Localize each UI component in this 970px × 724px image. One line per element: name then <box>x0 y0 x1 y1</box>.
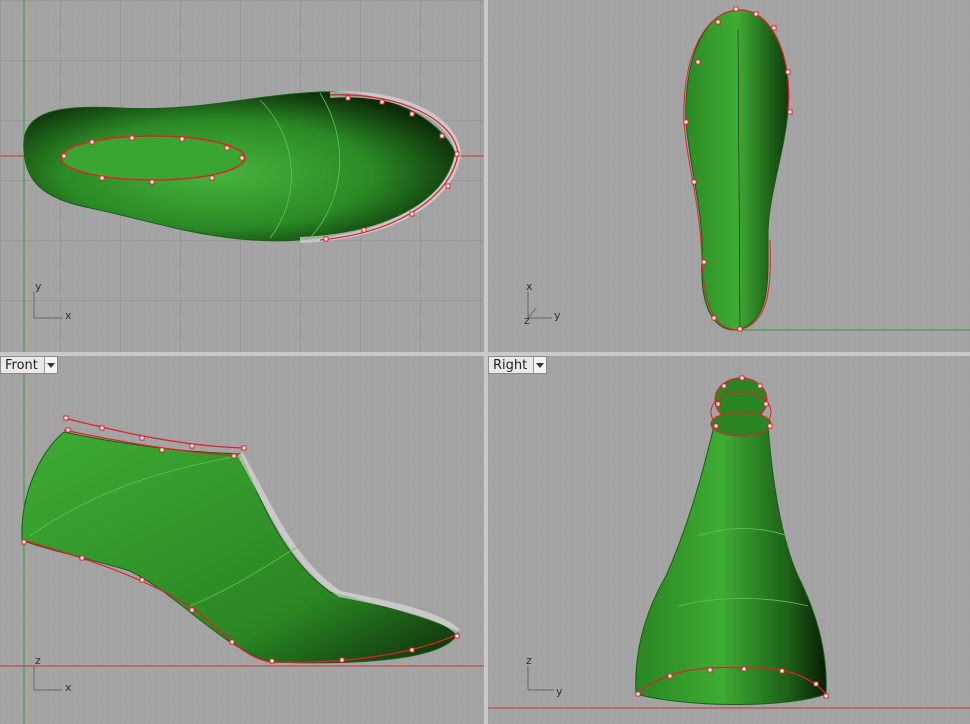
perspective-axis-z-label: z <box>524 314 530 327</box>
top-axis-h-label: x <box>65 309 72 322</box>
top-viewport-canvas[interactable]: y x <box>0 0 484 352</box>
top-axis-v-label: y <box>35 280 42 293</box>
top-viewport[interactable]: y x <box>0 0 484 352</box>
viewport-divider-horizontal[interactable] <box>0 352 970 356</box>
shoe-opening-top <box>60 135 246 181</box>
front-viewport[interactable]: z x Front <box>0 356 484 724</box>
perspective-viewport[interactable]: x y z <box>488 0 970 352</box>
perspective-axis-v-label: x <box>526 280 533 293</box>
right-viewport[interactable]: z y Right <box>488 356 970 724</box>
right-viewport-canvas[interactable]: z y <box>488 356 970 724</box>
perspective-viewport-canvas[interactable]: x y z <box>488 0 970 352</box>
viewport-layout: y x x y z z x Front z y Right <box>0 0 970 724</box>
front-viewport-canvas[interactable]: z x <box>0 356 484 724</box>
viewport-divider-vertical[interactable] <box>484 0 488 724</box>
front-viewport-tab[interactable]: Front <box>0 356 58 374</box>
front-viewport-label: Front <box>5 357 38 373</box>
right-viewport-tab[interactable]: Right <box>488 356 548 374</box>
right-axis-v-label: z <box>526 654 532 667</box>
front-axis-h-label: x <box>65 681 72 694</box>
right-axis-h-label: y <box>556 685 563 698</box>
perspective-axis-h-label: y <box>554 309 561 322</box>
chevron-down-icon[interactable] <box>43 357 57 373</box>
front-axis-v-label: z <box>35 654 41 667</box>
chevron-down-icon[interactable] <box>533 357 547 373</box>
right-viewport-label: Right <box>493 357 528 373</box>
